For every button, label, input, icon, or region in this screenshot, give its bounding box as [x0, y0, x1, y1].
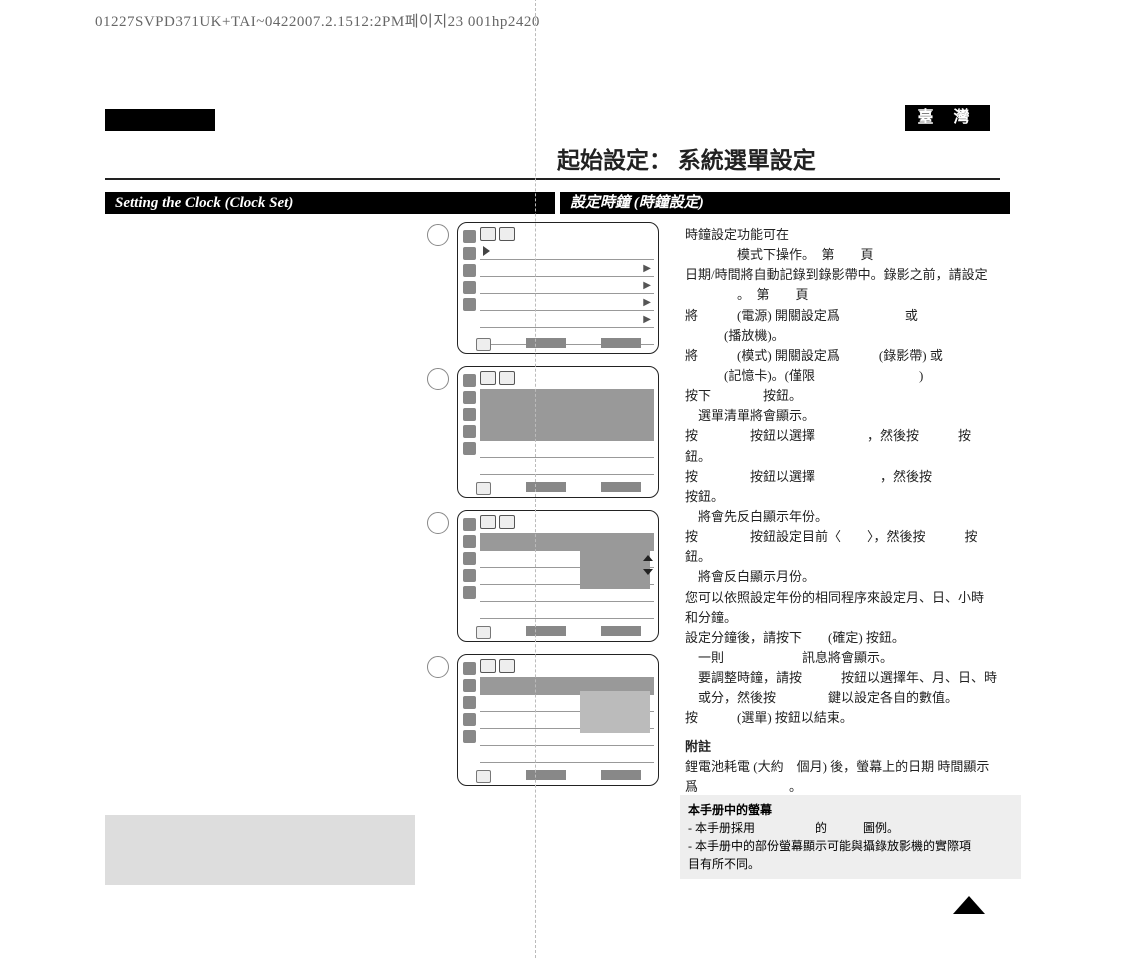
- body-line: 按下 按鈕。: [685, 386, 1005, 406]
- page-main-title: 起始設定： 系統選單設定: [557, 141, 816, 175]
- greyed-figure-placeholder: [105, 815, 415, 885]
- section-header-right: 設定時鐘 (時鐘設定): [560, 192, 1010, 214]
- body-line: 將 (電源) 開關設定爲 或: [685, 306, 1005, 326]
- binding-fold-line: [535, 0, 536, 958]
- print-imprint: 01227SVPD371UK+TAI~0422007.2.1512:2PM페이지…: [95, 10, 540, 31]
- osd-screens-column: ▶ ▶ ▶ ▶: [427, 222, 659, 798]
- body-line: 將會反白顯示月份。: [685, 567, 1005, 587]
- manual-page: 01227SVPD371UK+TAI~0422007.2.1512:2PM페이지…: [105, 0, 1025, 954]
- body-line: 按 按鈕以選擇 ，然後按 按: [685, 426, 1005, 446]
- body-line: 鈕。: [685, 547, 1005, 567]
- body-line: 和分鐘。: [685, 608, 1005, 628]
- osd-screen-2: [457, 366, 659, 498]
- body-line: 將 (模式) 開關設定爲 (錄影帶) 或: [685, 346, 1005, 366]
- body-line: 按 (選單) 按鈕以結束。: [685, 708, 1005, 728]
- osd-screen-3: [457, 510, 659, 642]
- note-line: 爲 。: [685, 777, 1005, 797]
- instructions-text: 時鐘設定功能可在 模式下操作。 第 頁 日期/時間將自動記錄到錄影帶中。錄影之前…: [685, 225, 1005, 837]
- step-number-1: [427, 224, 449, 246]
- body-line: 選單清單將會顯示。: [685, 406, 1005, 426]
- osd-row-1: ▶ ▶ ▶ ▶: [427, 222, 659, 354]
- body-line: (記憶卡)。(僅限 ): [685, 366, 1005, 386]
- body-line: 按鈕。: [685, 487, 1005, 507]
- body-line: 或分，然後按 鍵以設定各自的數值。: [685, 688, 1005, 708]
- body-line: 一則 訊息將會顯示。: [685, 648, 1005, 668]
- body-line: 模式下操作。 第 頁: [685, 245, 1005, 265]
- osd-box-line: 目有所不同。: [688, 855, 1013, 873]
- next-page-arrow-icon: [953, 896, 985, 914]
- rule-line: [105, 178, 1000, 180]
- osd-row-3: [427, 510, 659, 642]
- body-line: 。 第 頁: [685, 285, 1005, 305]
- region-badge: 臺 灣: [905, 105, 990, 131]
- step-number-3: [427, 512, 449, 534]
- notes-header: 附註: [685, 737, 1005, 757]
- osd-box-line: - 本手册採用 的 圖例。: [688, 819, 1013, 837]
- body-line: 設定分鐘後，請按下 (確定) 按鈕。: [685, 628, 1005, 648]
- osd-box-header: 本手册中的螢幕: [688, 801, 1013, 819]
- body-line: 將會先反白顯示年份。: [685, 507, 1005, 527]
- osd-box-line: - 本手册中的部份螢幕顯示可能與攝錄放影機的實際項: [688, 837, 1013, 855]
- section-header-left: Setting the Clock (Clock Set): [105, 192, 555, 214]
- body-line: (播放機)。: [685, 326, 1005, 346]
- body-line: 按 按鈕以選擇 ，然後按: [685, 467, 1005, 487]
- body-line: 按 按鈕設定目前〈 〉，然後按 按: [685, 527, 1005, 547]
- display-icon: [463, 281, 476, 294]
- osd-info-box: 本手册中的螢幕 - 本手册採用 的 圖例。 - 本手册中的部份螢幕顯示可能與攝錄…: [680, 795, 1021, 879]
- tape-icon: [463, 247, 476, 260]
- body-line: 要調整時鐘，請按 按鈕以選擇年、月、日、時: [685, 668, 1005, 688]
- osd-row-2: [427, 366, 659, 498]
- body-line: 您可以依照設定年份的相同程序來設定月、日、小時: [685, 588, 1005, 608]
- body-line: 時鐘設定功能可在: [685, 225, 1005, 245]
- osd-screen-1: ▶ ▶ ▶ ▶: [457, 222, 659, 354]
- body-line: 鈕。: [685, 447, 1005, 467]
- clock-spinner-complete: [580, 691, 650, 733]
- tab-left: [105, 109, 215, 131]
- note-line: 鋰電池耗電 (大約 個月) 後，螢幕上的日期 時間顯示: [685, 757, 1005, 777]
- gear-icon: [463, 298, 476, 311]
- body-line: 日期/時間將自動記錄到錄影帶中。錄影之前，請設定: [685, 265, 1005, 285]
- osd-screen-4: [457, 654, 659, 786]
- memory-icon: [463, 264, 476, 277]
- step-number-2: [427, 368, 449, 390]
- step-number-4: [427, 656, 449, 678]
- osd-row-4: [427, 654, 659, 786]
- camera-icon: [463, 230, 476, 243]
- updown-icon: [476, 338, 491, 351]
- clock-spinner: [580, 547, 650, 589]
